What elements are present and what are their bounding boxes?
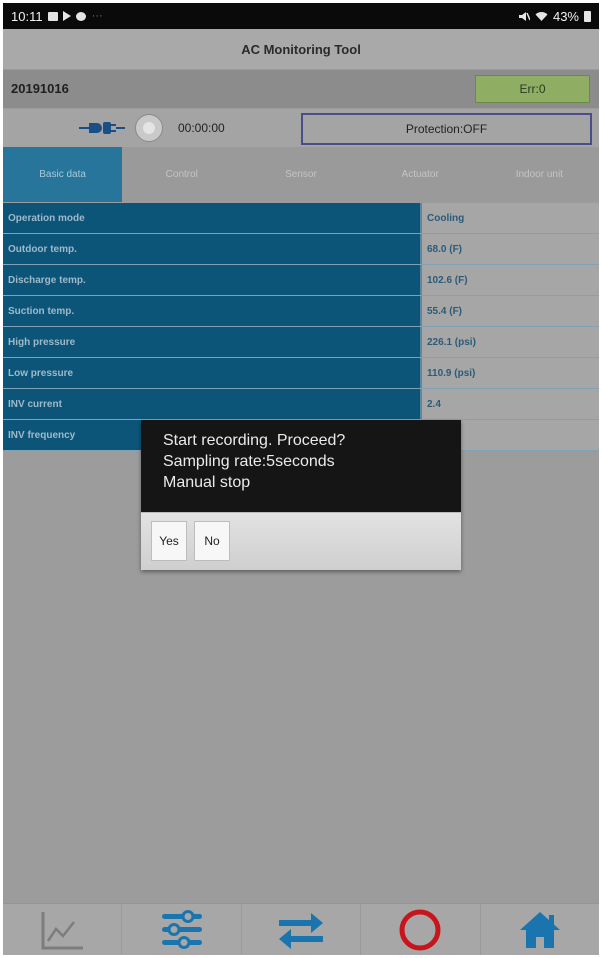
row-value: 68.0 (F): [420, 234, 599, 264]
battery-icon: [584, 10, 591, 22]
swap-arrows-icon: [279, 912, 324, 949]
tab-bar: Basic data Control Sensor Actuator Indoo…: [3, 147, 599, 202]
nav-graph[interactable]: [3, 904, 123, 955]
home-icon: [519, 911, 560, 948]
settings-sliders-icon: [161, 909, 202, 949]
row-label: Low pressure: [3, 358, 420, 388]
table-row: Suction temp. 55.4 (F): [3, 296, 599, 327]
dialog-line-prompt: Start recording. Proceed?: [163, 432, 346, 449]
row-value: 55.4 (F): [420, 296, 599, 326]
status-bar: 10:11 ··· 43%: [3, 3, 599, 29]
play-icon: [62, 11, 71, 21]
row-label: Operation mode: [3, 203, 420, 233]
row-label: High pressure: [3, 327, 420, 357]
row-value: 2.4: [420, 389, 599, 419]
tab-basic-data[interactable]: Basic data: [3, 147, 123, 202]
app-screen: 10:11 ··· 43% AC Monitoring Tool 2019101…: [3, 3, 599, 955]
connection-plug-icon[interactable]: [79, 120, 125, 136]
no-button[interactable]: No: [194, 521, 230, 561]
error-text: Err:0: [519, 82, 546, 96]
gallery-icon: [47, 11, 58, 21]
info-row: 20191016 Err:0: [3, 70, 599, 108]
notification-icon: [75, 11, 86, 21]
status-time: 10:11: [11, 8, 43, 24]
table-row: Operation mode Cooling: [3, 203, 599, 234]
app-title-bar: AC Monitoring Tool: [3, 29, 599, 69]
dialog-button-bar: Yes No: [141, 512, 461, 570]
nav-transfer[interactable]: [242, 904, 362, 955]
row-label: Suction temp.: [3, 296, 420, 326]
nav-record[interactable]: [361, 904, 481, 955]
row-value: 102.6 (F): [420, 265, 599, 295]
row-label: INV current: [3, 389, 420, 419]
row-label: Discharge temp.: [3, 265, 420, 295]
confirm-recording-dialog: Start recording. Proceed? Sampling rate:…: [141, 420, 461, 570]
battery-percent: 43%: [552, 8, 579, 24]
row-label: Outdoor temp.: [3, 234, 420, 264]
error-badge: Err:0: [475, 75, 590, 103]
recording-timer: 00:00:00: [178, 121, 225, 135]
table-row: INV current 2.4: [3, 389, 599, 420]
row-value: Cooling: [420, 203, 599, 233]
nav-home[interactable]: [481, 904, 599, 955]
protection-status: Protection:OFF: [301, 113, 592, 145]
row-value: 110.9 (psi): [420, 358, 599, 388]
tab-sensor[interactable]: Sensor: [241, 147, 360, 202]
nav-settings[interactable]: [122, 904, 242, 955]
date-label: 20191016: [11, 81, 69, 96]
record-circle-icon: [399, 909, 441, 950]
bottom-nav-bar: [3, 903, 599, 955]
tab-control[interactable]: Control: [122, 147, 241, 202]
tab-indoor-unit[interactable]: Indoor unit: [480, 147, 599, 202]
mute-icon: [518, 11, 530, 21]
wifi-icon: [535, 11, 548, 21]
row-value: 226.1 (psi): [420, 327, 599, 357]
dialog-message: Start recording. Proceed? Sampling rate:…: [141, 420, 461, 512]
table-row: Outdoor temp. 68.0 (F): [3, 234, 599, 265]
tab-actuator[interactable]: Actuator: [361, 147, 480, 202]
table-row: Discharge temp. 102.6 (F): [3, 265, 599, 296]
recording-control-row: 00:00:00 Protection:OFF: [3, 109, 599, 147]
data-table: Operation mode Cooling Outdoor temp. 68.0 …: [3, 203, 599, 451]
more-notifications-indicator: ···: [91, 10, 103, 22]
yes-button[interactable]: Yes: [151, 521, 187, 561]
table-row: High pressure 226.1 (psi): [3, 327, 599, 358]
dialog-line-sampling-rate: Sampling rate:5seconds: [163, 453, 335, 470]
protection-text: Protection:OFF: [405, 122, 488, 136]
app-title: AC Monitoring Tool: [241, 41, 361, 57]
dialog-line-stop-mode: Manual stop: [163, 474, 251, 491]
chart-icon: [41, 911, 84, 949]
record-button[interactable]: [135, 114, 163, 142]
table-row: Low pressure 110.9 (psi): [3, 358, 599, 389]
